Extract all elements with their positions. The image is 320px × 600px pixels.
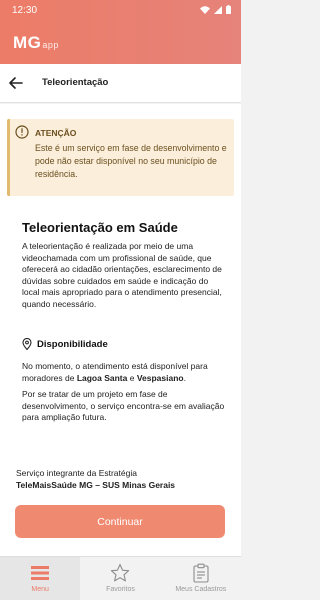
alert-text: Este é um serviço em fase de desenvolvim… [35, 143, 227, 179]
wifi-icon [200, 5, 210, 14]
status-icons [200, 5, 231, 14]
availability-suffix: . [183, 372, 186, 383]
content-area: ATENÇÃO Este é um serviço em fase de des… [0, 104, 241, 556]
city-vespasiano: Vespasiano [136, 372, 184, 383]
nav-menu-label: Menu [31, 586, 49, 593]
app-logo: MGapp [13, 33, 59, 53]
location-pin-icon [22, 338, 32, 350]
strategy-line2: TeleMaisSaúde MG – SUS Minas Gerais [16, 479, 176, 490]
availability-heading: Disponibilidade [22, 338, 108, 350]
strategy-line1: Serviço integrante da Estratégia [16, 468, 137, 478]
star-icon [109, 563, 131, 583]
status-time: 12:30 [12, 5, 38, 16]
warning-alert: ATENÇÃO Este é um serviço em fase de des… [7, 119, 234, 196]
availability-conj: e [127, 372, 137, 383]
back-arrow-icon [9, 77, 23, 89]
nav-menu[interactable]: Menu [0, 557, 81, 600]
bottom-nav: Menu Favoritos Meus Cadastros [0, 556, 241, 600]
availability-title: Disponibilidade [37, 338, 108, 350]
project-text: Por se tratar de um projeto em fase de d… [22, 389, 225, 422]
nav-registrations-label: Meus Cadastros [175, 586, 227, 593]
clipboard-icon [190, 563, 212, 583]
signal-icon [214, 5, 222, 14]
warning-icon [15, 125, 29, 139]
app-logo-sub: app [42, 40, 59, 50]
intro-text: A teleorientação é realizada por meio de… [22, 241, 222, 309]
app-logo-text: MG [13, 33, 42, 52]
page-title: Teleorientação [42, 77, 109, 88]
nav-favorites[interactable]: Favoritos [80, 557, 160, 600]
app-header: 12:30 MGapp [0, 0, 241, 64]
menu-icon [29, 563, 51, 583]
strategy-footer: Serviço integrante da Estratégia TeleMai… [16, 468, 231, 491]
battery-icon [226, 5, 231, 14]
back-button[interactable] [6, 73, 26, 93]
page-bar: Teleorientação [0, 64, 241, 103]
city-lagoa-santa: Lagoa Santa [76, 372, 128, 383]
alert-title: ATENÇÃO [35, 128, 77, 138]
status-bar: 12:30 [0, 0, 241, 22]
main-title: Teleorientação em Saúde [22, 220, 178, 235]
availability-text: No momento, o atendimento está disponíve… [22, 361, 232, 384]
nav-favorites-label: Favoritos [106, 586, 135, 593]
continue-button[interactable]: Continuar [15, 505, 225, 538]
nav-registrations[interactable]: Meus Cadastros [161, 557, 241, 600]
